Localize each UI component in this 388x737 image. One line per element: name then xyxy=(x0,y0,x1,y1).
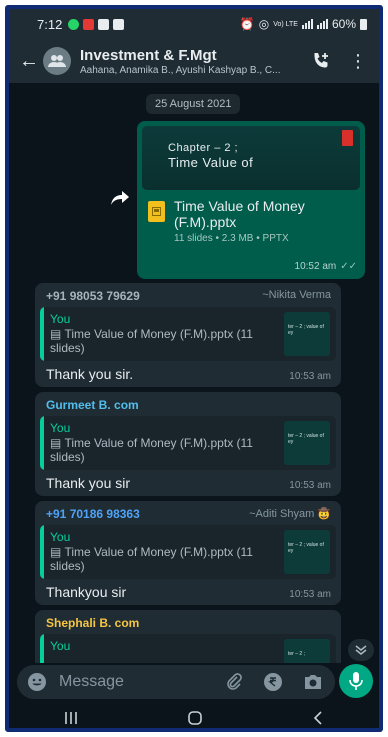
quote-thumbnail: ter – 2 ; value of ey xyxy=(284,421,330,465)
gallery-notification-icon xyxy=(113,18,125,30)
forward-icon[interactable] xyxy=(111,191,129,210)
scroll-to-bottom-button[interactable] xyxy=(348,639,374,661)
group-info[interactable]: Investment & F.Mgt Aahana, Anamika B., A… xyxy=(80,47,310,76)
incoming-message[interactable]: +91 98053 79629 ~Nikita Verma You ▤ Time… xyxy=(35,283,341,387)
double-chevron-down-icon xyxy=(355,645,367,655)
sender-alias: ~Aditi Shyam 🤠 xyxy=(249,508,331,520)
phone-frame: 7:12 ⏰ ◎ Vo) LTE 60% ← Investment & F.Mg… xyxy=(5,5,383,732)
sender-alias: ~Nikita Verma xyxy=(262,289,331,301)
sender-name[interactable]: Shephali B. com xyxy=(46,616,139,630)
signal-icon-2 xyxy=(316,19,328,29)
incoming-message[interactable]: +91 70186 98363 ~Aditi Shyam 🤠 You ▤ Tim… xyxy=(35,501,341,605)
document-small-icon: ▤ xyxy=(50,436,65,450)
message-time: 10:52 am ✓✓ xyxy=(295,261,357,272)
back-icon[interactable] xyxy=(312,710,324,725)
quote-author: You xyxy=(50,312,71,326)
camera-icon[interactable] xyxy=(303,673,323,691)
outgoing-time: 10:52 am xyxy=(294,261,337,272)
incoming-message[interactable]: Shephali B. com You ter – 2 ; xyxy=(35,610,341,663)
quote-author: You xyxy=(50,421,71,435)
message-time: 10:53 am xyxy=(289,480,331,491)
slide-title-line2: Time Value of xyxy=(168,155,254,170)
quote-author: You xyxy=(50,639,71,653)
document-name: Time Value of Money (F.M).pptx xyxy=(174,198,305,230)
status-time: 7:12 xyxy=(37,16,63,32)
quote-thumbnail: ter – 2 ; xyxy=(284,639,330,663)
message-input[interactable] xyxy=(59,673,209,691)
slide-bookmark-icon xyxy=(342,130,353,146)
slide-preview[interactable]: Chapter – 2 ; Time Value of xyxy=(142,126,360,190)
document-meta: 11 slides • 2.3 MB • PPTX xyxy=(174,233,289,244)
add-call-icon[interactable] xyxy=(311,51,331,71)
incoming-message[interactable]: Gurmeet B. com You ▤ Time Value of Money… xyxy=(35,392,341,496)
network-label: Vo) LTE xyxy=(273,20,298,28)
rupee-payment-icon[interactable] xyxy=(263,672,283,692)
message-composer xyxy=(9,663,379,703)
document-small-icon: ▤ xyxy=(50,545,65,559)
group-title: Investment & F.Mgt xyxy=(80,46,217,64)
signal-icon xyxy=(301,19,313,29)
hotspot-icon: ◎ xyxy=(258,17,270,31)
read-ticks-icon: ✓✓ xyxy=(340,261,357,272)
message-text: Thankyou sir xyxy=(46,584,127,600)
quote-thumbnail: ter – 2 ; value of ey xyxy=(284,530,330,574)
document-small-icon: ▤ xyxy=(50,327,65,341)
sender-name[interactable]: +91 98053 79629 xyxy=(46,289,140,303)
slide-title-line1: Chapter – 2 ; xyxy=(168,142,239,154)
quoted-message[interactable]: You ▤ Time Value of Money (F.M).pptx (11… xyxy=(40,416,336,470)
message-input-pill[interactable] xyxy=(17,665,335,699)
more-options-icon[interactable]: ⋮ xyxy=(349,52,367,70)
message-notification-icon xyxy=(98,18,110,30)
quoted-message[interactable]: You ▤ Time Value of Money (F.M).pptx (11… xyxy=(40,307,336,361)
pptx-file-icon xyxy=(148,201,165,222)
emoji-icon[interactable] xyxy=(27,672,47,692)
quote-text: ▤ Time Value of Money (F.M).pptx (11 sli… xyxy=(50,545,253,573)
quote-text: ▤ Time Value of Money (F.M).pptx (11 sli… xyxy=(50,327,253,355)
group-members: Aahana, Anamika B., Ayushi Kashyap B., C… xyxy=(80,64,281,76)
sender-name[interactable]: Gurmeet B. com xyxy=(46,398,139,412)
message-text: Thank you sir xyxy=(46,475,131,491)
quote-author: You xyxy=(50,530,71,544)
chat-header: ← Investment & F.Mgt Aahana, Anamika B.,… xyxy=(9,39,379,83)
notification-icon xyxy=(83,18,95,30)
message-time: 10:53 am xyxy=(289,371,331,382)
quoted-message[interactable]: You ter – 2 ; xyxy=(40,634,336,663)
quote-text: ▤ Time Value of Money (F.M).pptx (11 sli… xyxy=(50,436,253,464)
sender-name[interactable]: +91 70186 98363 xyxy=(46,507,140,521)
group-icon xyxy=(48,55,66,67)
recent-apps-icon[interactable] xyxy=(64,711,78,725)
whatsapp-status-icon xyxy=(68,18,80,30)
system-navigation-bar xyxy=(9,703,379,728)
battery-level: 60% xyxy=(331,17,356,31)
quoted-message[interactable]: You ▤ Time Value of Money (F.M).pptx (11… xyxy=(40,525,336,579)
status-bar: 7:12 ⏰ ◎ Vo) LTE 60% xyxy=(9,9,379,39)
home-icon[interactable] xyxy=(187,710,203,726)
microphone-icon xyxy=(349,672,363,690)
back-arrow-icon[interactable]: ← xyxy=(19,50,39,73)
attach-icon[interactable] xyxy=(225,673,243,691)
alarm-icon: ⏰ xyxy=(239,17,255,31)
quote-thumbnail: ter – 2 ; value of ey xyxy=(284,312,330,356)
voice-message-button[interactable] xyxy=(339,664,373,698)
message-text: Thank you sir. xyxy=(46,366,134,382)
group-avatar[interactable] xyxy=(43,47,71,75)
battery-icon xyxy=(360,18,367,30)
message-time: 10:53 am xyxy=(289,589,331,600)
date-chip: 25 August 2021 xyxy=(146,94,241,114)
outgoing-document-message[interactable]: Chapter – 2 ; Time Value of Time Value o… xyxy=(137,121,365,279)
chat-area[interactable]: 25 August 2021 Chapter – 2 ; Time Value … xyxy=(9,83,379,663)
